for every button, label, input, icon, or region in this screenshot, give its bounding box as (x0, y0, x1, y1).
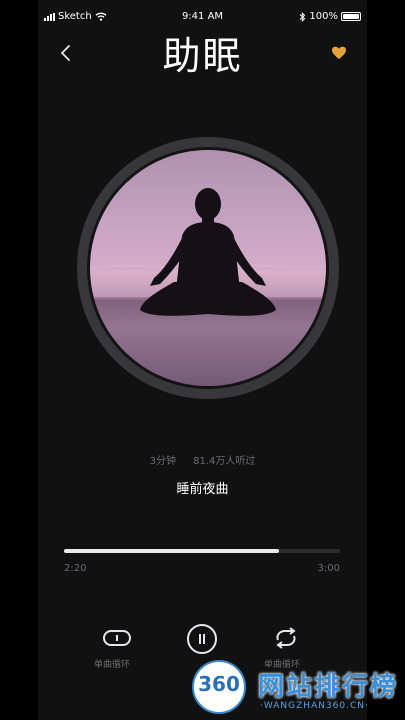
current-time: 2:20 (64, 563, 87, 574)
watermark: 360 网站排行榜 ·WANGZHAN360.CN· (192, 658, 402, 718)
album-art (90, 150, 326, 386)
progress-fill (64, 549, 280, 553)
status-right: 100% (299, 11, 361, 22)
listen-count: 81.4万人听过 (193, 456, 256, 467)
bluetooth-icon (300, 11, 306, 22)
heart-icon[interactable] (331, 45, 347, 61)
battery-icon (341, 12, 361, 21)
page-title: 助眠 (162, 34, 243, 78)
meditation-silhouette-image (90, 150, 326, 386)
watermark-badge-text: 360 (198, 672, 240, 696)
battery-percent: 100% (309, 11, 338, 22)
progress-bar[interactable] (64, 549, 340, 553)
watermark-badge: 360 (192, 660, 246, 714)
left-control-label: 单曲循环 (94, 660, 131, 670)
watermark-url: ·WANGZHAN360.CN· (260, 701, 369, 711)
player-screen: Sketch 9:41 AM 100% 助眠 3分钟 81.4万人听过 睡前夜曲… (38, 0, 367, 720)
track-name: 睡前夜曲 (176, 482, 229, 497)
pause-icon[interactable] (187, 624, 217, 654)
total-time: 3:00 (317, 563, 340, 574)
album-disc (77, 137, 339, 399)
repeat-icon[interactable] (273, 627, 299, 649)
disc-ring (87, 147, 329, 389)
single-loop-icon[interactable] (102, 627, 132, 649)
status-bar: Sketch 9:41 AM 100% (38, 10, 367, 26)
watermark-title: 网站排行榜 (258, 672, 399, 702)
track-meta: 3分钟 81.4万人听过 (38, 452, 367, 467)
duration-label: 3分钟 (149, 456, 176, 467)
